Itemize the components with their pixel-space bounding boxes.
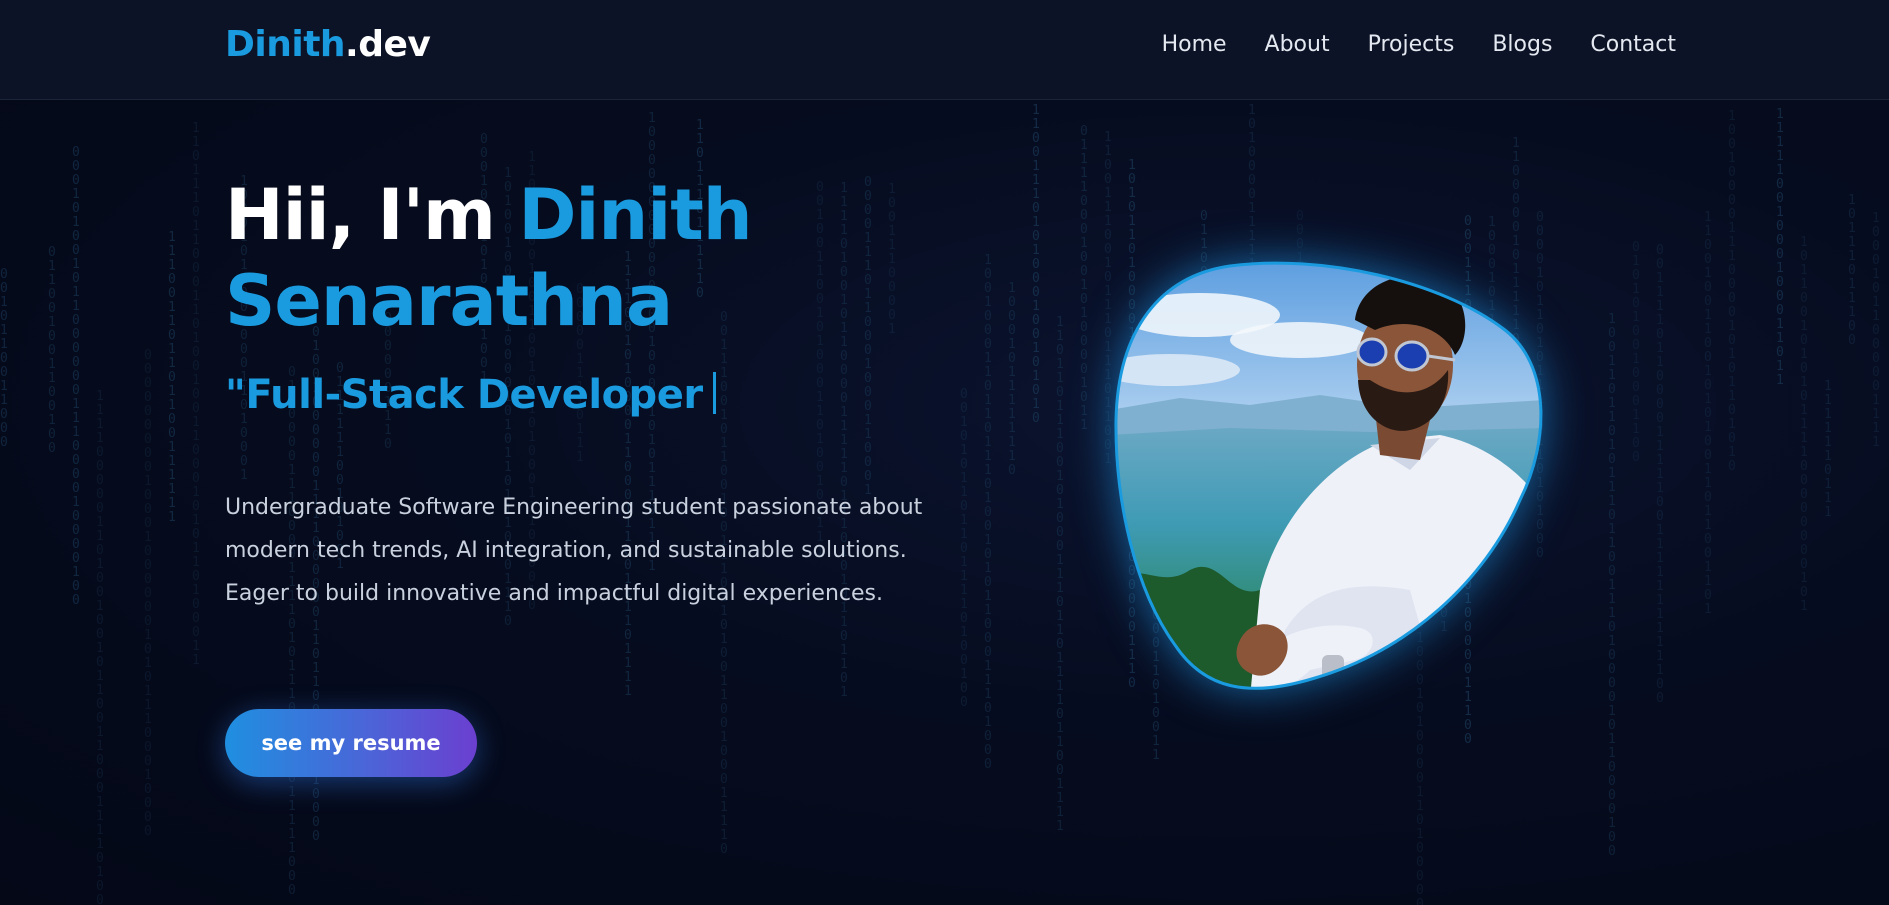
matrix-column: 10011100001 [888, 182, 896, 337]
logo-accent: Dinith [225, 24, 346, 65]
matrix-column: 0111100010010100001011 [1080, 124, 1088, 433]
matrix-column: 100110110101110110011101000010110000100 [1608, 312, 1616, 859]
matrix-column: 101100101010111100000000101 [1800, 235, 1808, 614]
matrix-column: 00001110110001000110001 [864, 175, 872, 498]
hero-name-last: Senarathna [225, 260, 673, 342]
nav-projects[interactable]: Projects [1368, 32, 1455, 57]
page: 0010110011000 011001001100100 000101001011… [0, 0, 1889, 905]
nav-contact[interactable]: Contact [1590, 32, 1676, 57]
hero-title: Hii, I'm Dinith Senarathna [225, 172, 753, 344]
matrix-column: 110111011000110100100110001010110100011 [192, 121, 200, 668]
matrix-column: 1111110111 [1824, 379, 1832, 520]
matrix-column: 000101001011000000111000010000100 [72, 145, 80, 608]
matrix-column: 1111010010110000111110111010101101101 [840, 181, 848, 700]
profile-photo [1110, 260, 1546, 698]
matrix-column: 0010110011000 [0, 267, 8, 450]
nav-about[interactable]: About [1265, 32, 1330, 57]
matrix-column: 10111011100 [1848, 193, 1856, 348]
matrix-column: 111001101101100111111 [168, 230, 176, 525]
matrix-column: 11111001000100011011 [1776, 107, 1784, 388]
matrix-column: 10010000111000010101101010 [1728, 109, 1736, 474]
matrix-column: 00101011011011110100100 [960, 387, 968, 710]
matrix-column: 00000000010001000000101011100010000 [144, 348, 152, 839]
matrix-column: 01100001110000111101011100110011111000 [288, 365, 296, 898]
caret-icon [712, 372, 716, 414]
main-nav: Home About Projects Blogs Contact [1162, 32, 1676, 57]
matrix-column: 001111011000011111001111111111100 [1656, 243, 1664, 706]
nav-home[interactable]: Home [1162, 32, 1227, 57]
matrix-column: 10001011000001111 [1872, 211, 1880, 450]
matrix-column: 0101010010001100 [1632, 240, 1640, 465]
logo-rest: .dev [345, 24, 431, 65]
matrix-column: 11001001100101010011011001101 [1704, 210, 1712, 617]
role-text: "Full-Stack Developer [225, 372, 703, 418]
hero-greeting: Hii, I'm [225, 174, 519, 256]
nav-blogs[interactable]: Blogs [1492, 32, 1552, 57]
matrix-column: 1111000001101001001011001100011110100 [96, 389, 104, 905]
profile-photo-blob [1114, 261, 1543, 690]
matrix-column: 11001110101000100101010 [1032, 103, 1040, 426]
site-header: Dinith.dev Home About Projects Blogs Con… [0, 0, 1889, 100]
site-logo[interactable]: Dinith.dev [225, 24, 431, 65]
see-resume-button[interactable]: see my resume [225, 709, 477, 777]
hero-role: "Full-Stack Developer [225, 372, 716, 418]
matrix-column: 011001001100100 [48, 245, 56, 456]
hero-bio: Undergraduate Software Engineering stude… [225, 495, 923, 606]
matrix-column: 10001011111110 [1008, 281, 1016, 478]
matrix-column: 1101101110010100011101101111011001111 [1056, 315, 1064, 834]
matrix-column: 1001000110110111010010101100011101000 [984, 253, 992, 772]
hero-name-first: Dinith [518, 174, 752, 256]
